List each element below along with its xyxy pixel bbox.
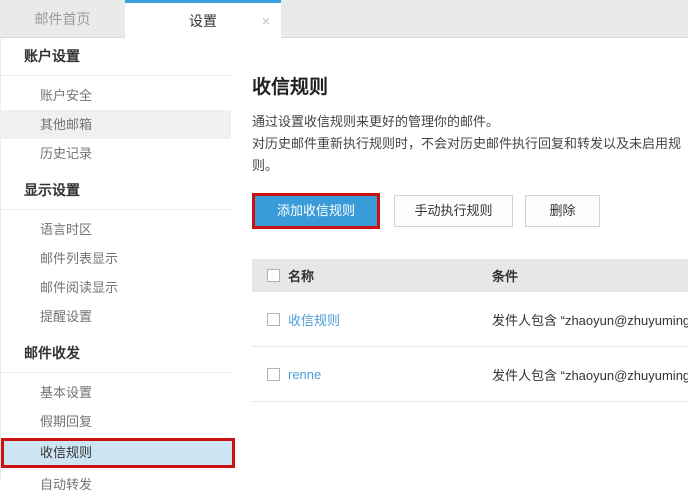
- annotation-highlight-add-button: 添加收信规则: [252, 193, 380, 229]
- sidebar-section-account-list: 账户安全 其他邮箱 历史记录: [1, 76, 231, 172]
- rules-table: 名称 条件 收信规则 发件人包含 “zhaoyun@zhuyuming.so r…: [252, 259, 688, 402]
- description-line-2: 对历史邮件重新执行规则时，不会对历史邮件执行回复和转发以及未启用规则。: [252, 133, 688, 177]
- table-row: 收信规则 发件人包含 “zhaoyun@zhuyuming.so: [252, 292, 688, 347]
- tab-mail-home[interactable]: 邮件首页: [0, 0, 125, 38]
- settings-sidebar: 账户设置 账户安全 其他邮箱 历史记录 显示设置 语言时区 邮件列表显示 邮件阅…: [0, 38, 232, 481]
- add-rule-button[interactable]: 添加收信规则: [255, 196, 377, 226]
- sidebar-item-reminder-settings[interactable]: 提醒设置: [1, 302, 231, 331]
- sidebar-item-mail-list-display[interactable]: 邮件列表显示: [1, 244, 231, 273]
- tab-settings[interactable]: 设置 ×: [125, 0, 281, 38]
- rule-name-link[interactable]: 收信规则: [288, 313, 340, 328]
- sidebar-item-incoming-rules[interactable]: 收信规则: [1, 438, 235, 468]
- sidebar-item-mail-read-display[interactable]: 邮件阅读显示: [1, 273, 231, 302]
- description-line-1: 通过设置收信规则来更好的管理你的邮件。: [252, 111, 688, 133]
- tab-mail-home-label: 邮件首页: [35, 9, 91, 29]
- sidebar-section-send-receive-list: 基本设置 假期回复 收信规则 自动转发: [1, 373, 231, 503]
- rule-name-link[interactable]: renne: [288, 367, 321, 382]
- table-header-row: 名称 条件: [252, 259, 688, 292]
- sidebar-section-display-list: 语言时区 邮件列表显示 邮件阅读显示 提醒设置: [1, 210, 231, 335]
- tab-bar: 邮件首页 设置 ×: [0, 0, 688, 38]
- column-header-name: 名称: [288, 266, 492, 285]
- toolbar: 添加收信规则 手动执行规则 删除: [252, 193, 688, 229]
- page-title: 收信规则: [252, 72, 688, 99]
- table-row: renne 发件人包含 “zhaoyun@zhuyuming.so: [252, 347, 688, 402]
- delete-button[interactable]: 删除: [525, 195, 600, 227]
- rule-condition: 发件人包含 “zhaoyun@zhuyuming.so: [492, 365, 688, 384]
- tab-settings-label: 设置: [189, 11, 217, 31]
- main-content: 收信规则 通过设置收信规则来更好的管理你的邮件。 对历史邮件重新执行规则时，不会…: [231, 38, 688, 481]
- sidebar-item-history[interactable]: 历史记录: [1, 139, 231, 168]
- sidebar-section-send-receive: 邮件收发: [1, 335, 231, 373]
- page-description: 通过设置收信规则来更好的管理你的邮件。 对历史邮件重新执行规则时，不会对历史邮件…: [252, 111, 688, 177]
- sidebar-item-vacation-reply[interactable]: 假期回复: [1, 407, 231, 436]
- sidebar-item-auto-forward[interactable]: 自动转发: [1, 470, 231, 499]
- select-all-checkbox[interactable]: [267, 269, 280, 282]
- sidebar-item-basic-settings[interactable]: 基本设置: [1, 378, 231, 407]
- sidebar-section-account: 账户设置: [1, 38, 231, 76]
- sidebar-section-display: 显示设置: [1, 172, 231, 210]
- row-checkbox[interactable]: [267, 313, 280, 326]
- sidebar-item-account-security[interactable]: 账户安全: [1, 81, 231, 110]
- run-rules-button[interactable]: 手动执行规则: [394, 195, 513, 227]
- column-header-condition: 条件: [492, 266, 688, 285]
- rule-condition: 发件人包含 “zhaoyun@zhuyuming.so: [492, 310, 688, 329]
- sidebar-item-language-timezone[interactable]: 语言时区: [1, 215, 231, 244]
- row-checkbox[interactable]: [267, 368, 280, 381]
- close-icon[interactable]: ×: [262, 14, 270, 28]
- sidebar-item-other-mailboxes[interactable]: 其他邮箱: [1, 110, 231, 139]
